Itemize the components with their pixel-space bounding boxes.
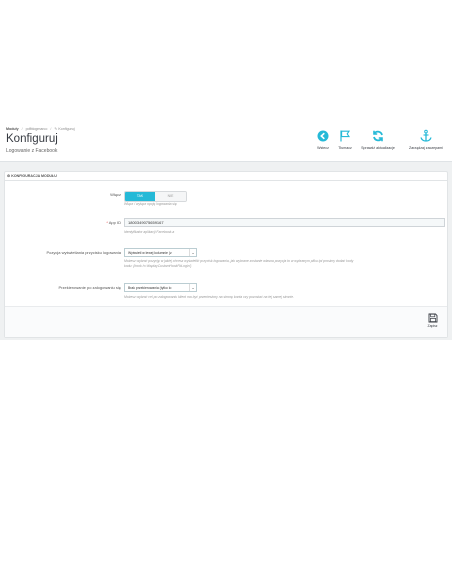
manage-hooks-label: Zarządzaj zaczepami xyxy=(409,146,443,150)
flag-icon xyxy=(340,130,351,142)
required-mark: * xyxy=(106,220,108,225)
page-title: Konfiguruj xyxy=(6,133,58,145)
enable-switch[interactable]: TAK NIE xyxy=(124,191,187,202)
wrench-icon: ✎ xyxy=(54,127,58,131)
breadcrumb-separator: / xyxy=(21,127,23,131)
refresh-icon xyxy=(373,130,383,142)
check-updates-label: Sprawdź aktualizacje xyxy=(361,146,395,150)
anchor-icon xyxy=(420,129,432,142)
breadcrumb-separator: / xyxy=(50,127,52,131)
position-select-value: Wyświetl w lewej kolumnie (z xyxy=(128,251,172,255)
toolbar: Wstecz Tłumacz Sprawdź aktualizacje Zarz… xyxy=(310,129,450,159)
appid-input[interactable] xyxy=(124,218,445,227)
translate-button-label: Tłumacz xyxy=(338,146,352,150)
gear-icon: ⚙ xyxy=(7,174,11,178)
enable-switch-no[interactable]: NIE xyxy=(155,192,186,201)
page-subtitle: Logowanie z Facebook xyxy=(6,148,58,154)
module-config-panel: ⚙KONFIGURACJA MODUŁU Włącz TAK NIE Włącz… xyxy=(4,171,448,338)
save-button-label: Zapisz xyxy=(427,324,438,328)
panel-heading-label: KONFIGURACJA MODUŁU xyxy=(11,174,57,178)
position-help: Możesz wybrać pozycję w jakiej chcesz wy… xyxy=(124,259,444,269)
appid-help: Identyfikator aplikacji Facebook-a xyxy=(124,230,175,234)
redirect-select[interactable]: Brak przekierowania (tylko lo ⌄ xyxy=(124,283,197,292)
enable-switch-yes[interactable]: TAK xyxy=(125,192,155,201)
panel-footer: Zapisz xyxy=(5,306,447,337)
chevron-down-icon: ⌄ xyxy=(189,284,196,291)
enable-help: Włącz / wyłącz opcję logowania się xyxy=(124,202,177,206)
breadcrumb-item-module[interactable]: pdfblogmarco xyxy=(26,127,48,131)
back-circle-icon xyxy=(317,130,329,142)
manage-hooks-button[interactable]: Zarządzaj zaczepami xyxy=(403,129,449,150)
save-button[interactable]: Zapisz xyxy=(424,312,441,332)
breadcrumb-item-modules[interactable]: Moduły xyxy=(6,127,19,131)
redirect-select-value: Brak przekierowania (tylko lo xyxy=(128,286,172,290)
appid-label-row: * App ID xyxy=(45,220,121,225)
page-header: Moduły / pdfblogmarco / ✎ Konfiguruj Kon… xyxy=(0,121,452,162)
save-icon xyxy=(428,313,437,323)
translate-button[interactable]: Tłumacz xyxy=(335,129,355,150)
appid-label: App ID xyxy=(108,220,121,225)
enable-label: Włącz xyxy=(110,192,121,197)
back-button[interactable]: Wstecz xyxy=(310,129,336,150)
breadcrumb-item-configure: Konfiguruj xyxy=(58,127,75,131)
redirect-label: Przekierowanie po zalogowaniu się xyxy=(58,285,121,290)
chevron-down-icon: ⌄ xyxy=(189,249,196,256)
breadcrumb: Moduły / pdfblogmarco / ✎ Konfiguruj xyxy=(6,127,75,131)
back-button-label: Wstecz xyxy=(317,146,329,150)
panel-heading: ⚙KONFIGURACJA MODUŁU xyxy=(5,172,447,181)
redirect-help: Możesz wybrać cel po zalogowaniu klient … xyxy=(124,295,294,299)
position-help-line-2: kodu: {hook h='displayCustomHookFbLogin'… xyxy=(124,264,192,269)
check-updates-button[interactable]: Sprawdź aktualizacje xyxy=(356,129,400,150)
position-select[interactable]: Wyświetl w lewej kolumnie (z ⌄ xyxy=(124,248,197,257)
position-label: Pozycja wyświetlania przycisku logowania xyxy=(46,250,121,255)
